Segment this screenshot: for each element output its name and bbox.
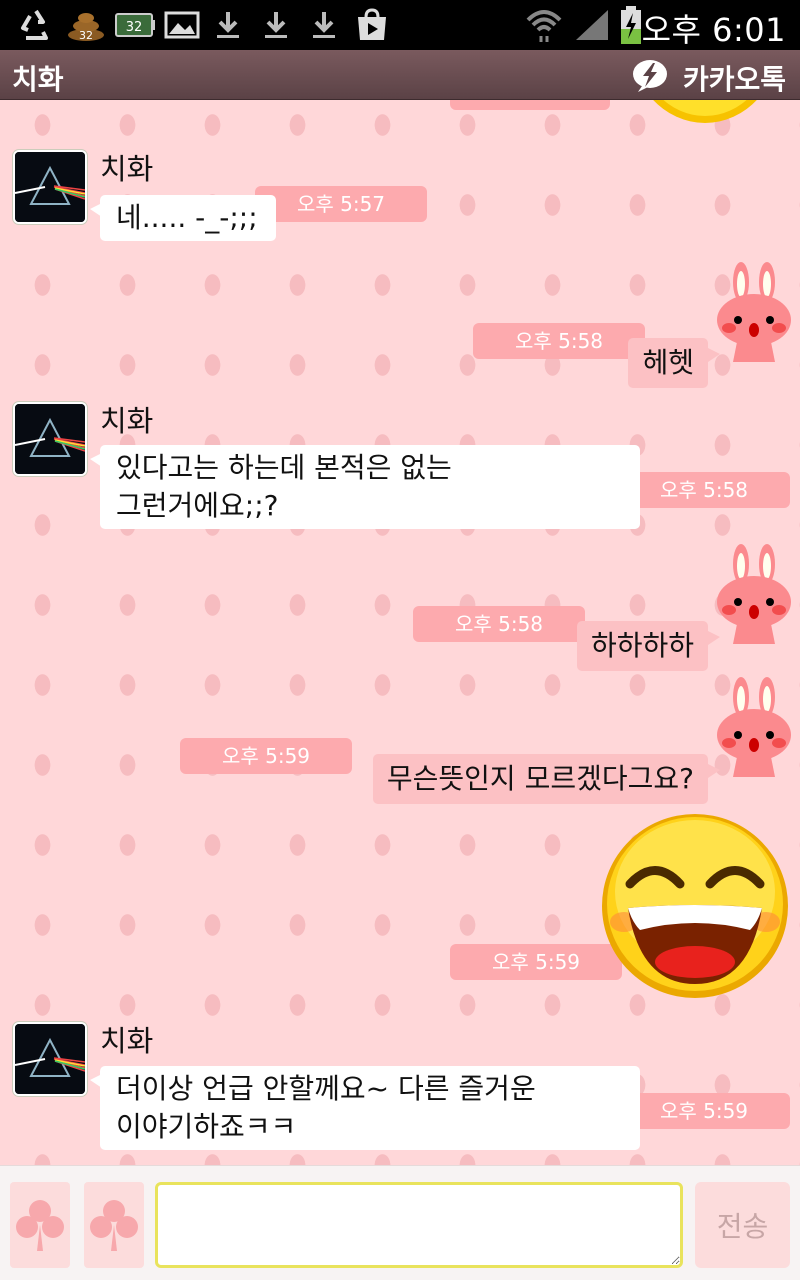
clover-icon (90, 1200, 138, 1251)
chat-area[interactable]: 치화 오후 5:57 네..... -_-;;; 오후 5:58 헤헷 치화 오… (0, 100, 800, 1165)
bunny-icon (717, 544, 791, 644)
timestamp-partial (450, 100, 610, 110)
poop-icon: 32 (64, 8, 108, 42)
message-timestamp: 오후 5:57 (255, 186, 427, 222)
outgoing-message[interactable]: 무슨뜻인지 모르겠다그요? (372, 754, 721, 804)
bunny-icon (717, 677, 791, 777)
avatar[interactable] (13, 402, 87, 476)
laughing-face-icon[interactable] (600, 812, 790, 1000)
message-timestamp: 오후 5:59 (180, 738, 352, 774)
message-input[interactable] (155, 1182, 683, 1268)
wifi-icon (522, 8, 566, 42)
sender-name: 치화 (100, 404, 154, 438)
download-icon (306, 8, 342, 42)
status-bar: 32 32 오후 6:01 (0, 0, 800, 50)
laughing-face-icon (653, 100, 757, 123)
brand-name: 카카오톡 (682, 63, 786, 96)
incoming-message[interactable]: 있다고는 하는데 본적은 없는 그런거에요;;? (90, 445, 640, 529)
download-icon (210, 8, 246, 42)
outgoing-message[interactable]: 하하하하 (576, 621, 721, 671)
message-timestamp: 오후 5:59 (618, 1093, 790, 1129)
bunny-icon (717, 262, 791, 362)
battery-32-icon: 32 (113, 8, 157, 42)
sender-name: 치화 (100, 1024, 154, 1058)
svg-text:32: 32 (79, 29, 93, 42)
avatar[interactable] (13, 150, 87, 224)
svg-text:32: 32 (126, 20, 143, 35)
incoming-message[interactable]: 더이상 언급 안할께요~ 다른 즐거운 이야기하죠ㅋㅋ (90, 1066, 640, 1150)
outgoing-message[interactable]: 헤헷 (628, 338, 720, 388)
message-timestamp: 오후 5:59 (450, 944, 622, 980)
download-icon (258, 8, 294, 42)
input-bar: 전송 (0, 1165, 800, 1280)
message-timestamp: 오후 5:58 (413, 606, 585, 642)
emoticon-button[interactable] (10, 1182, 70, 1268)
clover-icon (16, 1200, 64, 1251)
signal-icon (572, 8, 612, 42)
sticker-button[interactable] (84, 1182, 144, 1268)
message-timestamp: 오후 5:58 (618, 472, 790, 508)
sender-name: 치화 (100, 152, 154, 186)
chat-header: 치화 카카오톡 (0, 50, 800, 100)
avatar[interactable] (13, 1022, 87, 1096)
chat-title: 치화 (12, 63, 64, 96)
message-timestamp: 오후 5:58 (473, 323, 645, 359)
incoming-message[interactable]: 네..... -_-;;; (90, 195, 276, 241)
clock: 오후 6:01 (641, 11, 786, 49)
gallery-icon (162, 8, 202, 42)
recycle-icon (14, 8, 58, 42)
kakaotalk-logo-icon (633, 60, 667, 92)
play-store-icon (352, 8, 392, 42)
send-button[interactable]: 전송 (695, 1182, 790, 1268)
